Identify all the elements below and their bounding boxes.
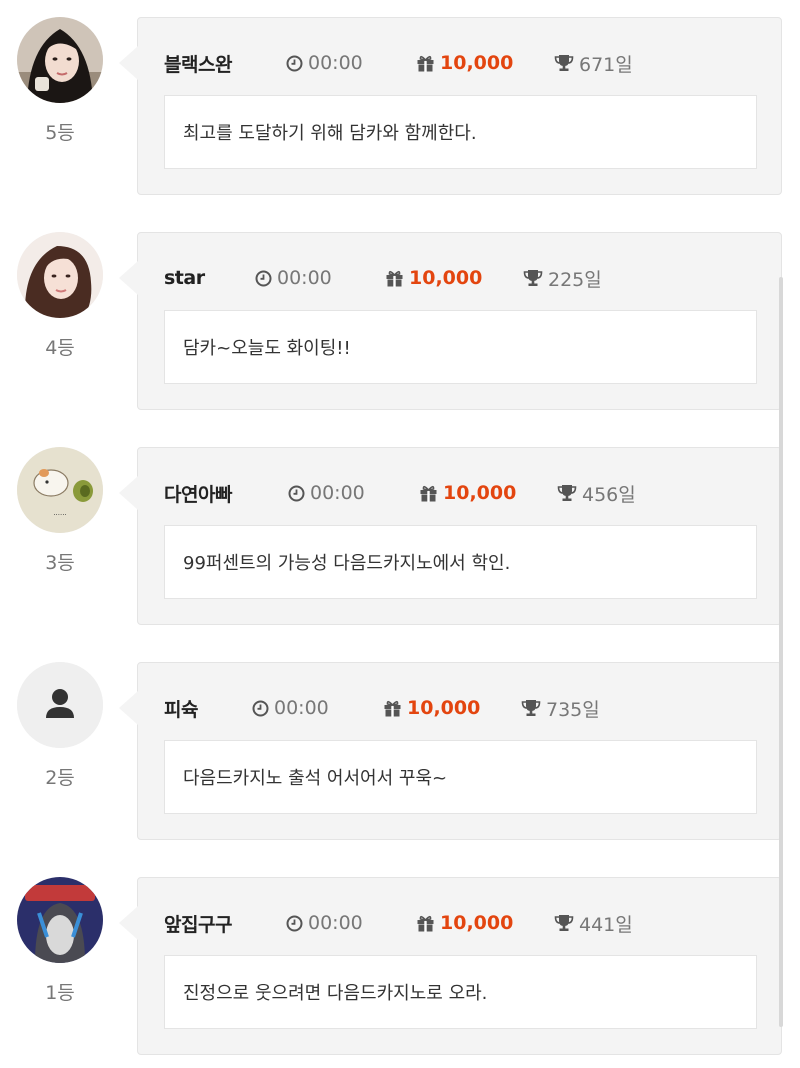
- message-card: star 00:00 10,000 225일 담카~오늘도 화이팅!!: [119, 232, 782, 410]
- gift-value: 10,000: [407, 697, 481, 719]
- nickname[interactable]: 다연아빠: [164, 480, 288, 507]
- message-box: 최고를 도달하기 위해 담카와 함께한다.: [164, 95, 757, 169]
- scrollbar[interactable]: [779, 277, 783, 1027]
- entry-meta: 앞집구구 00:00 10,000 441일: [164, 909, 633, 937]
- message-text: 진정으로 웃으려면 다음드카지노로 오라.: [183, 983, 488, 1004]
- rank-label: 3등: [45, 552, 75, 574]
- gift-points: 10,000: [383, 697, 521, 719]
- trophy-icon: [557, 485, 577, 501]
- message-card: 다연아빠 00:00 10,000 456일 99퍼센트의 가능성 다음드카지노…: [119, 447, 782, 625]
- gift-value: 10,000: [440, 912, 514, 934]
- gift-value: 10,000: [409, 267, 483, 289]
- entry-meta: 다연아빠 00:00 10,000 456일: [164, 479, 636, 507]
- time-value: 00:00: [310, 482, 365, 504]
- gift-points: 10,000: [419, 482, 557, 504]
- gift-icon: [384, 700, 401, 717]
- message-text: 다음드카지노 출석 어서어서 꾸욱~: [183, 768, 448, 789]
- default-user-icon: [17, 662, 103, 748]
- avatar[interactable]: [17, 877, 103, 963]
- gift-value: 10,000: [443, 482, 517, 504]
- message-card: 피슉 00:00 10,000 735일 다음드카지노 출석 어서어서 꾸욱~: [119, 662, 782, 840]
- trophy-icon: [523, 270, 543, 286]
- gift-icon: [417, 55, 434, 72]
- rank-label: 1등: [45, 982, 75, 1004]
- entry-meta: 블랙스완 00:00 10,000 671일: [164, 49, 633, 77]
- avatar[interactable]: [17, 662, 103, 748]
- time-stamp: 00:00: [286, 912, 416, 934]
- days-value: 671일: [579, 53, 633, 76]
- entry-meta: 피슉 00:00 10,000 735일: [164, 694, 600, 722]
- message-box: 진정으로 웃으려면 다음드카지노로 오라.: [164, 955, 757, 1029]
- days-value: 225일: [548, 268, 602, 291]
- days-value: 441일: [579, 913, 633, 936]
- trophy-icon: [554, 915, 574, 931]
- card-pointer: [119, 46, 138, 80]
- time-value: 00:00: [274, 697, 329, 719]
- trophy-icon: [521, 700, 541, 716]
- message-box: 담카~오늘도 화이팅!!: [164, 310, 757, 384]
- time-value: 00:00: [308, 52, 363, 74]
- entry-meta: star 00:00 10,000 225일: [164, 264, 602, 292]
- clock-icon: [286, 915, 303, 931]
- rank-label: 5등: [45, 122, 75, 144]
- gift-icon: [417, 915, 434, 932]
- ranking-entry: 1등 앞집구구 00:00 10,000 441일 진정으로 웃으려면 다음드카…: [0, 877, 800, 1059]
- days-value: 735일: [546, 698, 600, 721]
- gift-icon: [420, 485, 437, 502]
- clock-icon: [286, 55, 303, 71]
- avatar[interactable]: [17, 232, 103, 318]
- card-pointer: [119, 906, 138, 940]
- time-stamp: 00:00: [255, 267, 385, 289]
- time-stamp: 00:00: [288, 482, 419, 504]
- nickname[interactable]: 피슉: [164, 695, 252, 722]
- message-card: 블랙스완 00:00 10,000 671일 최고를 도달하기 위해 담카와 함…: [119, 17, 782, 195]
- message-box: 99퍼센트의 가능성 다음드카지노에서 학인.: [164, 525, 757, 599]
- message-text: 담카~오늘도 화이팅!!: [183, 338, 351, 359]
- hamster-avatar-icon: ······: [17, 447, 103, 533]
- attendance-days: 671일: [554, 50, 633, 77]
- message-text: 최고를 도달하기 위해 담카와 함께한다.: [183, 123, 477, 144]
- gift-points: 10,000: [416, 52, 554, 74]
- card-pointer: [119, 261, 138, 295]
- attendance-days: 735일: [521, 695, 600, 722]
- cartoon-avatar-icon: [17, 877, 103, 963]
- nickname[interactable]: 블랙스완: [164, 50, 286, 77]
- rank-label: 2등: [45, 767, 75, 789]
- clock-icon: [255, 270, 272, 286]
- card-pointer: [119, 691, 138, 725]
- message-box: 다음드카지노 출석 어서어서 꾸욱~: [164, 740, 757, 814]
- avatar[interactable]: [17, 17, 103, 103]
- avatar[interactable]: ······: [17, 447, 103, 533]
- attendance-days: 441일: [554, 910, 633, 937]
- svg-text:······: ······: [53, 511, 66, 519]
- time-value: 00:00: [308, 912, 363, 934]
- avatar-photo-icon: [17, 232, 103, 318]
- time-stamp: 00:00: [286, 52, 416, 74]
- clock-icon: [288, 485, 305, 501]
- time-stamp: 00:00: [252, 697, 383, 719]
- gift-points: 10,000: [385, 267, 523, 289]
- nickname[interactable]: star: [164, 267, 255, 289]
- gift-value: 10,000: [440, 52, 514, 74]
- ranking-entry: ······ 3등 다연아빠 00:00 10,000 456일 99퍼센트의 …: [0, 447, 800, 629]
- clock-icon: [252, 700, 269, 716]
- gift-points: 10,000: [416, 912, 554, 934]
- ranking-entry: 2등 피슉 00:00 10,000 735일 다음드카지노 출석 어서어서 꾸…: [0, 662, 800, 844]
- message-card: 앞집구구 00:00 10,000 441일 진정으로 웃으려면 다음드카지노로…: [119, 877, 782, 1055]
- message-text: 99퍼센트의 가능성 다음드카지노에서 학인.: [183, 553, 511, 574]
- attendance-days: 456일: [557, 480, 636, 507]
- days-value: 456일: [582, 483, 636, 506]
- card-pointer: [119, 476, 138, 510]
- time-value: 00:00: [277, 267, 332, 289]
- gift-icon: [386, 270, 403, 287]
- ranking-entry: 5등 블랙스완 00:00 10,000 671일 최고를 도달하기 위해 담카…: [0, 17, 800, 199]
- attendance-days: 225일: [523, 265, 602, 292]
- ranking-entry: 4등 star 00:00 10,000 225일 담카~오늘도 화이팅!!: [0, 232, 800, 414]
- trophy-icon: [554, 55, 574, 71]
- rank-label: 4등: [45, 337, 75, 359]
- nickname[interactable]: 앞집구구: [164, 910, 286, 937]
- avatar-photo-icon: [17, 17, 103, 103]
